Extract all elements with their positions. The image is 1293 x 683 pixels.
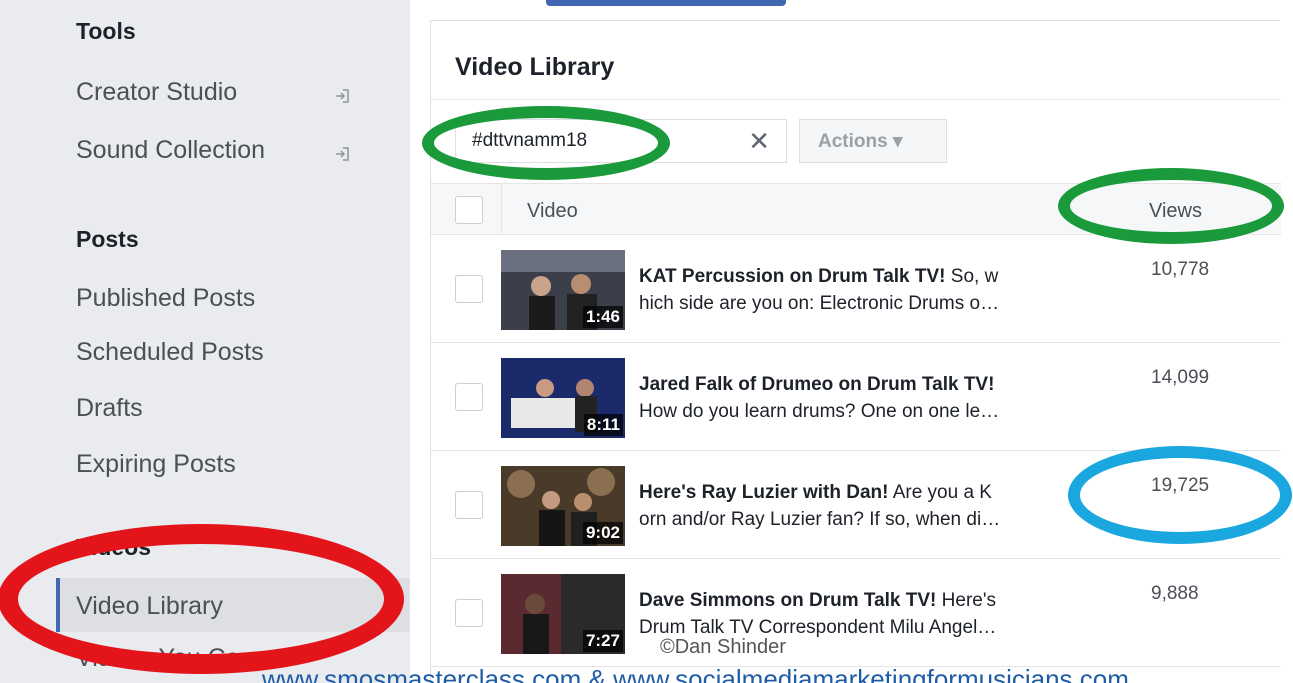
- video-duration: 8:11: [583, 414, 623, 436]
- actions-dropdown-button[interactable]: Actions ▾: [799, 119, 947, 163]
- video-title[interactable]: Jared Falk of Drumeo on Drum Talk TV!: [639, 374, 994, 395]
- column-header-video[interactable]: Video: [527, 200, 578, 223]
- sidebar-item-sound-collection[interactable]: Sound Collection: [76, 136, 265, 165]
- green-highlight-ring-views: [1058, 168, 1284, 244]
- table-row[interactable]: 8:11 Jared Falk of Drumeo on Drum Talk T…: [431, 343, 1281, 451]
- sidebar-heading-tools: Tools: [76, 18, 136, 44]
- video-duration: 1:46: [582, 306, 623, 328]
- video-duration: 7:27: [582, 630, 623, 652]
- video-thumbnail[interactable]: 9:02: [501, 466, 625, 546]
- top-nav-accent: [546, 0, 786, 6]
- video-title-continued: Are you a K: [888, 482, 992, 503]
- select-all-checkbox[interactable]: [455, 196, 483, 224]
- green-highlight-ring-search: [422, 106, 670, 180]
- screenshot: Tools Creator Studio Sound Collection Po…: [0, 0, 1293, 683]
- video-thumbnail[interactable]: 7:27: [501, 574, 625, 654]
- video-description[interactable]: Here's Ray Luzier with Dan! Are you a K o…: [639, 479, 1109, 533]
- video-title-continued: So, w: [945, 266, 999, 287]
- divider: [431, 99, 1281, 100]
- blue-highlight-ring-views-value: [1068, 446, 1292, 544]
- video-title[interactable]: Here's Ray Luzier with Dan!: [639, 482, 888, 503]
- sidebar-item-published-posts[interactable]: Published Posts: [76, 284, 255, 313]
- sidebar-item-expiring-posts[interactable]: Expiring Posts: [76, 450, 236, 479]
- table-row[interactable]: 7:27 Dave Simmons on Drum Talk TV! Here'…: [431, 559, 1281, 667]
- table-row[interactable]: 1:46 KAT Percussion on Drum Talk TV! So,…: [431, 235, 1281, 343]
- row-checkbox[interactable]: [455, 599, 483, 627]
- video-duration: 9:02: [582, 522, 623, 544]
- page-title: Video Library: [455, 53, 615, 81]
- video-title[interactable]: KAT Percussion on Drum Talk TV!: [639, 266, 946, 287]
- sidebar-item-scheduled-posts[interactable]: Scheduled Posts: [76, 338, 264, 367]
- video-description-line2: hich side are you on: Electronic Drums o…: [639, 293, 1000, 314]
- video-views: 14,099: [1151, 367, 1210, 388]
- footer-urls: www.smosmasterclass.com & www.socialmedi…: [262, 664, 1129, 683]
- row-checkbox[interactable]: [455, 275, 483, 303]
- video-description-line2: Drum Talk TV Correspondent Milu Angel…: [639, 617, 997, 638]
- video-thumbnail[interactable]: 8:11: [501, 358, 625, 438]
- video-thumbnail[interactable]: 1:46: [501, 250, 625, 330]
- red-highlight-ring-video-library: [0, 524, 404, 674]
- video-title[interactable]: Dave Simmons on Drum Talk TV!: [639, 590, 936, 611]
- video-description-line2: orn and/or Ray Luzier fan? If so, when d…: [639, 509, 1001, 530]
- row-checkbox[interactable]: [455, 491, 483, 519]
- video-title-continued: Here's: [936, 590, 996, 611]
- video-views: 10,778: [1151, 259, 1210, 280]
- video-description[interactable]: KAT Percussion on Drum Talk TV! So, w hic…: [639, 263, 1109, 317]
- video-description-line2: How do you learn drums? One on one le…: [639, 401, 1000, 422]
- video-description[interactable]: Dave Simmons on Drum Talk TV! Here's Drum…: [639, 587, 1109, 641]
- video-description[interactable]: Jared Falk of Drumeo on Drum Talk TV! How…: [639, 371, 1109, 425]
- sidebar-item-creator-studio[interactable]: Creator Studio: [76, 78, 237, 107]
- external-link-icon[interactable]: [334, 88, 350, 104]
- close-icon[interactable]: ✕: [748, 126, 770, 157]
- sidebar-item-drafts[interactable]: Drafts: [76, 394, 143, 423]
- sidebar-heading-posts: Posts: [76, 226, 139, 252]
- video-views: 9,888: [1151, 583, 1199, 604]
- copyright-watermark: ©Dan Shinder: [660, 636, 786, 658]
- external-link-icon[interactable]: [334, 146, 350, 162]
- column-divider: [501, 184, 502, 234]
- row-checkbox[interactable]: [455, 383, 483, 411]
